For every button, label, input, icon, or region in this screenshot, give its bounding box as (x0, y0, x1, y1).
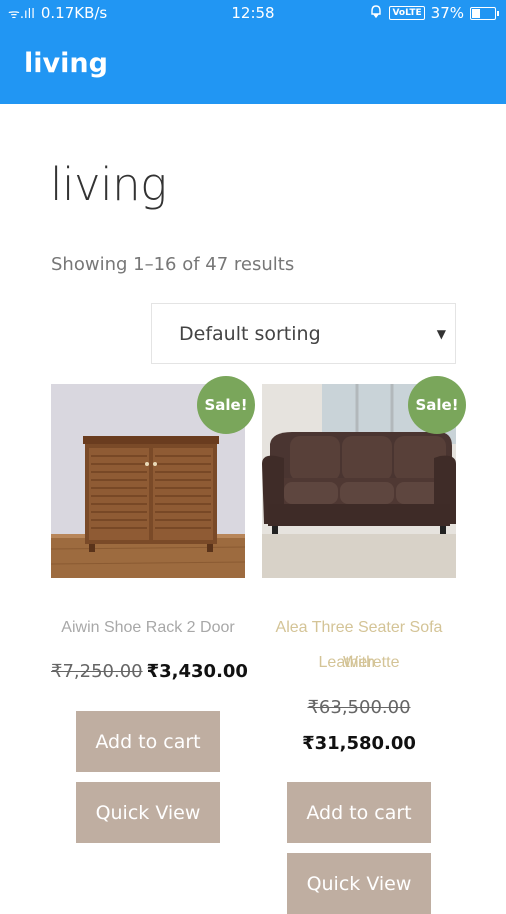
sorting-select[interactable]: Default sorting ▼ (151, 303, 456, 364)
battery-icon (470, 6, 499, 20)
product-price: ₹7,250.00 ₹3,430.00 (51, 661, 248, 682)
product-name[interactable]: Aiwin Shoe Rack 2 Door (51, 610, 245, 645)
product-card-2: Sale! Alea Three Seater Sofa With Leathe… (262, 376, 466, 914)
sale-badge: Sale! (197, 376, 255, 434)
sale-price-value: ₹31,580.00 (302, 733, 416, 754)
app-bar: living (0, 26, 506, 104)
clock: 12:58 (231, 4, 275, 22)
sale-price: ₹31,580.00 (262, 733, 456, 754)
dropdown-arrow-icon: ▼ (436, 327, 446, 341)
page-title: living (50, 158, 167, 211)
quick-view-button[interactable]: Quick View (287, 853, 431, 914)
old-price: ₹7,250.00 (51, 661, 143, 682)
result-count: Showing 1–16 of 47 results (51, 254, 295, 275)
add-to-cart-button[interactable]: Add to cart (76, 711, 220, 772)
product-name-line-2[interactable]: Leatherette (262, 645, 456, 680)
status-bar: ᯤ.ıll 0.17KB/s 12:58 VoLTE 37% (0, 0, 506, 26)
sale-badge: Sale! (408, 376, 466, 434)
sale-price: ₹3,430.00 (146, 661, 248, 682)
volte-icon: VoLTE (389, 6, 425, 20)
app-bar-title: living (24, 48, 108, 79)
add-to-cart-button[interactable]: Add to cart (287, 782, 431, 843)
quick-view-button[interactable]: Quick View (76, 782, 220, 843)
alarm-icon (369, 4, 383, 22)
old-price: ₹63,500.00 (262, 697, 456, 718)
old-price-value: ₹63,500.00 (307, 697, 411, 718)
product-card-1: Sale! Aiwin Shoe Rack 2 Door ₹7,250.00 ₹3… (51, 376, 255, 844)
sorting-selected-value: Default sorting (179, 323, 321, 345)
battery-percent: 37% (430, 4, 464, 22)
